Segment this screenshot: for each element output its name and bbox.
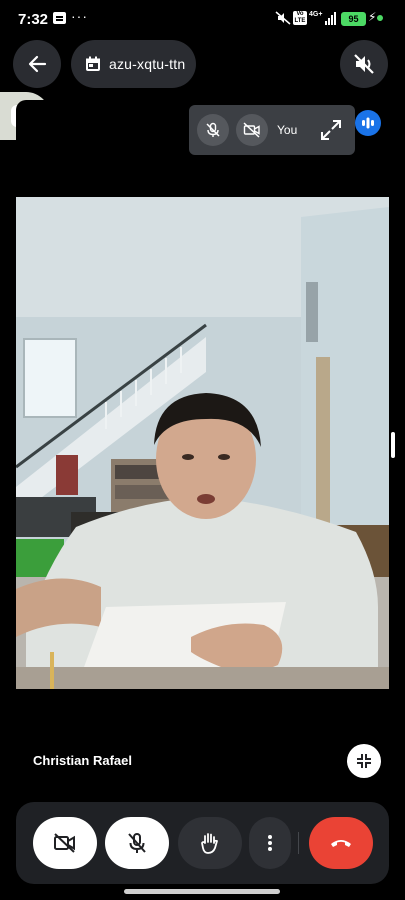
status-time: 7:32 [18,11,49,28]
audio-level-icon [362,117,374,129]
speaker-off-icon [354,54,374,74]
camera-off-icon [243,122,260,138]
self-view-label: You [277,123,298,137]
message-notification-icon [53,12,66,24]
mic-toggle-button[interactable] [105,817,169,869]
more-notifications-indicator: ··· [71,8,88,24]
charging-icon: ⚡ [368,10,377,24]
meeting-code: azu-xqtu-ttn [109,56,186,72]
raise-hand-button[interactable] [178,817,242,869]
edge-panel-handle[interactable] [391,432,395,458]
self-mic-status [197,114,229,146]
self-camera-status [236,114,268,146]
privacy-indicator [377,15,383,21]
meeting-info-button[interactable]: azu-xqtu-ttn [71,40,196,88]
home-indicator[interactable] [124,889,280,894]
status-bar: 7:32 ··· Vo LTE 4G+ 95 ⚡ [0,0,405,38]
participant-name: Christian Rafael [33,753,132,768]
camera-off-icon [54,833,75,853]
calendar-icon [86,56,100,71]
end-call-icon [331,840,351,847]
mic-off-icon [206,122,220,137]
self-view-bar[interactable]: You [189,105,355,155]
network-type: 4G+ [309,11,323,18]
volte-icon: Vo LTE [293,11,307,25]
camera-toggle-button[interactable] [33,817,97,869]
end-call-button[interactable] [309,817,373,869]
back-button[interactable] [13,40,61,88]
speaking-indicator [355,110,381,136]
signal-icon [325,11,337,25]
more-options-button[interactable] [249,817,291,869]
arrow-left-icon [28,55,47,73]
participant-video [16,197,389,689]
more-vert-icon [268,835,272,851]
mute-icon [275,11,291,25]
battery-icon: 95 [341,12,366,26]
expand-icon[interactable] [319,118,343,142]
call-controls [16,802,389,884]
shrink-icon [357,754,371,768]
video-frame-image [16,197,389,689]
audio-output-button[interactable] [340,40,388,88]
mic-off-icon [128,833,146,853]
participant-tile[interactable]: Christian Rafael [16,100,389,783]
minimize-tile-button[interactable] [347,744,381,778]
raise-hand-icon [201,833,218,854]
controls-divider [298,832,299,854]
